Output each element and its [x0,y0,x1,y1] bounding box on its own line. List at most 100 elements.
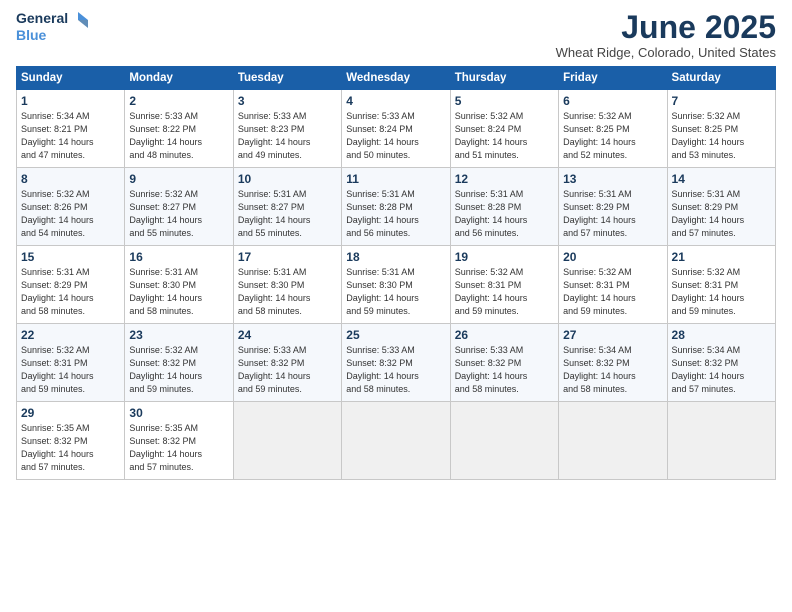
location: Wheat Ridge, Colorado, United States [556,45,776,60]
calendar-table: Sunday Monday Tuesday Wednesday Thursday… [16,66,776,480]
day-number: 10 [238,172,337,186]
table-row: 10 Sunrise: 5:31 AMSunset: 8:27 PMDayligh… [233,168,341,246]
day-number: 6 [563,94,662,108]
table-row: 12 Sunrise: 5:31 AMSunset: 8:28 PMDayligh… [450,168,558,246]
table-row: 20Sunrise: 5:32 AMSunset: 8:31 PMDayligh… [559,246,667,324]
day-number: 27 [563,328,662,342]
day-number: 12 [455,172,554,186]
col-sunday: Sunday [17,67,125,90]
calendar-week-row: 8 Sunrise: 5:32 AMSunset: 8:26 PMDaylight… [17,168,776,246]
table-row: 1Sunrise: 5:34 AMSunset: 8:21 PMDaylight… [17,90,125,168]
day-info: Sunrise: 5:31 AMSunset: 8:30 PMDaylight:… [129,267,202,316]
table-row: 23 Sunrise: 5:32 AMSunset: 8:32 PMDayligh… [125,324,233,402]
table-row: 26Sunrise: 5:33 AMSunset: 8:32 PMDayligh… [450,324,558,402]
day-number: 19 [455,250,554,264]
month-title: June 2025 [556,10,776,45]
table-row: 28Sunrise: 5:34 AMSunset: 8:32 PMDayligh… [667,324,775,402]
day-number: 23 [129,328,228,342]
col-wednesday: Wednesday [342,67,450,90]
day-info: Sunrise: 5:31 AMSunset: 8:30 PMDaylight:… [238,267,311,316]
day-number: 30 [129,406,228,420]
day-info: Sunrise: 5:35 AMSunset: 8:32 PMDaylight:… [129,423,202,472]
day-info: Sunrise: 5:32 AMSunset: 8:25 PMDaylight:… [672,111,745,160]
logo-general: General [16,11,68,26]
day-number: 11 [346,172,445,186]
table-row: 13Sunrise: 5:31 AMSunset: 8:29 PMDayligh… [559,168,667,246]
table-row [667,402,775,480]
day-info: Sunrise: 5:31 AMSunset: 8:27 PMDaylight:… [238,189,311,238]
day-number: 3 [238,94,337,108]
day-number: 24 [238,328,337,342]
day-info: Sunrise: 5:33 AMSunset: 8:32 PMDaylight:… [346,345,419,394]
calendar-header-row: Sunday Monday Tuesday Wednesday Thursday… [17,67,776,90]
header: General Blue June 2025 Wheat Ridge, Colo… [16,10,776,60]
day-info: Sunrise: 5:31 AMSunset: 8:28 PMDaylight:… [346,189,419,238]
day-number: 2 [129,94,228,108]
day-number: 29 [21,406,120,420]
logo-arrow-icon [70,10,88,28]
table-row: 8 Sunrise: 5:32 AMSunset: 8:26 PMDaylight… [17,168,125,246]
day-info: Sunrise: 5:32 AMSunset: 8:26 PMDaylight:… [21,189,94,238]
day-number: 18 [346,250,445,264]
table-row: 7 Sunrise: 5:32 AMSunset: 8:25 PMDaylight… [667,90,775,168]
table-row: 15 Sunrise: 5:31 AMSunset: 8:29 PMDayligh… [17,246,125,324]
day-number: 22 [21,328,120,342]
col-tuesday: Tuesday [233,67,341,90]
table-row: 30 Sunrise: 5:35 AMSunset: 8:32 PMDayligh… [125,402,233,480]
day-info: Sunrise: 5:32 AMSunset: 8:31 PMDaylight:… [455,267,528,316]
day-number: 21 [672,250,771,264]
calendar-week-row: 15 Sunrise: 5:31 AMSunset: 8:29 PMDayligh… [17,246,776,324]
day-info: Sunrise: 5:32 AMSunset: 8:31 PMDaylight:… [21,345,94,394]
logo-blue: Blue [16,28,46,43]
day-info: Sunrise: 5:32 AMSunset: 8:32 PMDaylight:… [129,345,202,394]
col-thursday: Thursday [450,67,558,90]
table-row: 19 Sunrise: 5:32 AMSunset: 8:31 PMDayligh… [450,246,558,324]
col-friday: Friday [559,67,667,90]
day-number: 4 [346,94,445,108]
day-info: Sunrise: 5:31 AMSunset: 8:28 PMDaylight:… [455,189,528,238]
table-row [233,402,341,480]
calendar-week-row: 1Sunrise: 5:34 AMSunset: 8:21 PMDaylight… [17,90,776,168]
day-info: Sunrise: 5:32 AMSunset: 8:25 PMDaylight:… [563,111,636,160]
table-row: 3Sunrise: 5:33 AMSunset: 8:23 PMDaylight… [233,90,341,168]
table-row: 16 Sunrise: 5:31 AMSunset: 8:30 PMDayligh… [125,246,233,324]
day-info: Sunrise: 5:31 AMSunset: 8:29 PMDaylight:… [21,267,94,316]
day-info: Sunrise: 5:32 AMSunset: 8:27 PMDaylight:… [129,189,202,238]
calendar-week-row: 22 Sunrise: 5:32 AMSunset: 8:31 PMDayligh… [17,324,776,402]
table-row: 5Sunrise: 5:32 AMSunset: 8:24 PMDaylight… [450,90,558,168]
day-number: 16 [129,250,228,264]
table-row: 29 Sunrise: 5:35 AMSunset: 8:32 PMDayligh… [17,402,125,480]
table-row: 25Sunrise: 5:33 AMSunset: 8:32 PMDayligh… [342,324,450,402]
table-row: 27Sunrise: 5:34 AMSunset: 8:32 PMDayligh… [559,324,667,402]
day-number: 26 [455,328,554,342]
table-row: 17 Sunrise: 5:31 AMSunset: 8:30 PMDayligh… [233,246,341,324]
col-monday: Monday [125,67,233,90]
day-number: 17 [238,250,337,264]
day-number: 20 [563,250,662,264]
table-row [559,402,667,480]
table-row: 24Sunrise: 5:33 AMSunset: 8:32 PMDayligh… [233,324,341,402]
day-info: Sunrise: 5:31 AMSunset: 8:30 PMDaylight:… [346,267,419,316]
col-saturday: Saturday [667,67,775,90]
table-row: 4Sunrise: 5:33 AMSunset: 8:24 PMDaylight… [342,90,450,168]
day-number: 14 [672,172,771,186]
logo: General Blue [16,10,88,43]
day-number: 5 [455,94,554,108]
day-number: 7 [672,94,771,108]
table-row: 11 Sunrise: 5:31 AMSunset: 8:28 PMDayligh… [342,168,450,246]
calendar-week-row: 29 Sunrise: 5:35 AMSunset: 8:32 PMDayligh… [17,402,776,480]
table-row [450,402,558,480]
day-number: 13 [563,172,662,186]
day-info: Sunrise: 5:34 AMSunset: 8:21 PMDaylight:… [21,111,94,160]
table-row: 6 Sunrise: 5:32 AMSunset: 8:25 PMDaylight… [559,90,667,168]
table-row: 21Sunrise: 5:32 AMSunset: 8:31 PMDayligh… [667,246,775,324]
day-info: Sunrise: 5:33 AMSunset: 8:22 PMDaylight:… [129,111,202,160]
day-info: Sunrise: 5:35 AMSunset: 8:32 PMDaylight:… [21,423,94,472]
table-row: 2 Sunrise: 5:33 AMSunset: 8:22 PMDaylight… [125,90,233,168]
day-number: 15 [21,250,120,264]
page: General Blue June 2025 Wheat Ridge, Colo… [0,0,792,612]
table-row: 9Sunrise: 5:32 AMSunset: 8:27 PMDaylight… [125,168,233,246]
day-number: 8 [21,172,120,186]
title-block: June 2025 Wheat Ridge, Colorado, United … [556,10,776,60]
table-row: 22 Sunrise: 5:32 AMSunset: 8:31 PMDayligh… [17,324,125,402]
